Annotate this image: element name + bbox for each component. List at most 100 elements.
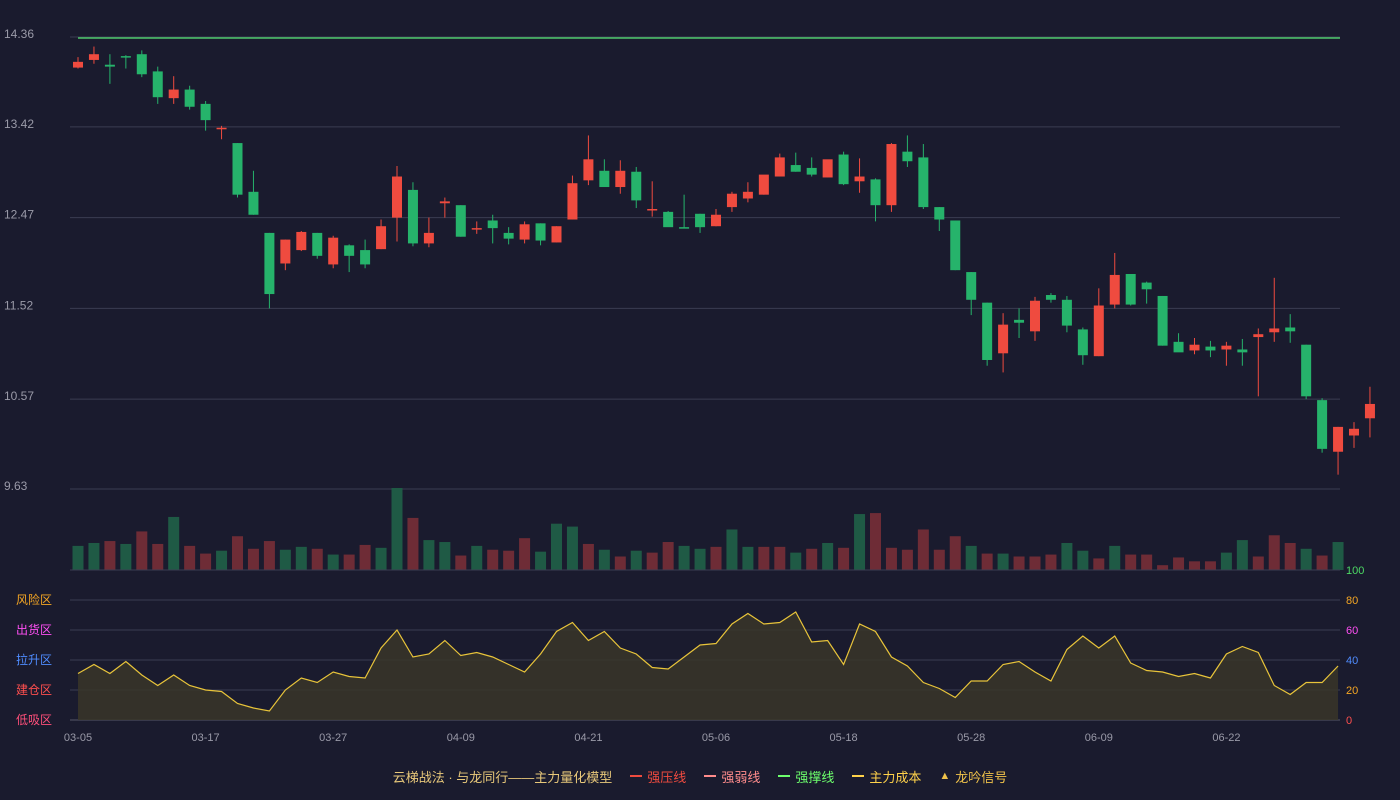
candle-body [695,213,706,228]
oscillator-tick-label: 40 [1346,655,1358,667]
volume-bar [311,548,323,570]
volume-bar [965,545,977,570]
volume-bar [662,542,674,570]
candle-body [328,237,339,265]
volume-bar [168,516,180,570]
candle-body [822,159,833,178]
volume-bar [1029,556,1041,570]
volume-bar [216,550,228,570]
candle-body [1014,319,1025,323]
volume-bar [1189,561,1200,570]
candle-body [758,174,769,195]
volume-bar [1204,561,1216,570]
volume-bar [566,526,578,570]
date-label: 06-22 [1212,732,1240,744]
candle-body [1285,327,1296,332]
volume-bar [1173,557,1185,570]
candle-body [918,157,929,208]
oscillator-tick-label: 80 [1346,595,1358,607]
volume-bar [1109,545,1121,570]
oscillator-tick-label: 60 [1346,625,1358,637]
volume-bar [1141,554,1153,570]
volume-bar [391,488,403,570]
candle-body [455,205,466,237]
candle-body [1269,328,1280,333]
strength-line-swatch [704,775,717,777]
volume-bar [407,517,419,570]
volume-bar [646,552,658,570]
candle-body [647,209,658,211]
oscillator-tick-label: 20 [1346,685,1358,697]
legend-item-pressure-line[interactable]: 强压线 [630,767,686,786]
candle-body [742,191,753,199]
volume-bar [949,536,961,570]
price-tick-label: 14.36 [4,27,34,41]
price-grid [70,36,1340,490]
triangle-icon: ▲ [939,770,951,782]
candlesticks[interactable] [73,46,1375,475]
volume-bars [72,488,1344,570]
candle-body [631,171,642,201]
date-axis: 03-05 03-17 03-27 04-09 04-21 05-06 05-18 05-28… [64,732,1241,744]
candle-body [1125,273,1136,305]
volume-bar [694,548,706,570]
candle-body [407,189,418,244]
candle-body [567,183,578,220]
volume-bar [471,545,483,570]
candle-body [1030,300,1040,332]
candle-body [1093,305,1104,357]
volume-bar [582,543,594,570]
candle-body [168,89,179,99]
volume-bar [263,541,275,570]
candle-body [1173,341,1184,353]
volume-bar [551,523,562,570]
legend-item-main-cost[interactable]: 主力成本 [852,767,921,786]
volume-bar [359,544,371,570]
volume-bar [981,553,993,570]
candle-body [966,272,977,300]
date-label: 05-18 [830,732,858,744]
candle-body [1141,282,1152,290]
candle-body [1189,344,1200,351]
legend-label: 强弱线 [721,769,761,785]
candle-body [535,223,546,241]
legend-item-dragon-signal[interactable]: ▲ 龙吟信号 [939,767,1007,786]
volume-bar [1077,550,1089,570]
volume-bar [487,549,499,570]
volume-bar [136,531,148,570]
candle-body [264,232,275,295]
candle-body [360,250,371,265]
candle-body [200,103,211,121]
oscillator-tick-label: 0 [1346,715,1352,727]
candle-body [583,159,594,181]
candle-body [1253,334,1264,338]
candle-body [838,154,849,185]
legend-item-support-line[interactable]: 强撑线 [778,767,834,786]
candle-body [551,226,562,243]
candle-body [392,176,402,218]
volume-bar [120,543,132,570]
date-label: 06-09 [1085,732,1113,744]
price-tick-label: 10.57 [4,389,34,403]
volume-bar [439,542,451,570]
volume-bar [917,529,929,570]
volume-bar [1236,540,1248,570]
price-axis: 14.36 13.42 12.47 11.52 10.57 9.63 [4,27,34,493]
volume-bar [1157,565,1169,570]
candle-body [1317,400,1328,449]
volume-bar [104,541,116,570]
volume-bar [710,546,722,570]
candle-body [886,144,897,206]
zone-label: 建仓区 [16,683,52,697]
oscillator-area [78,612,1339,720]
model-title: 云梯战法 · 与龙同行——主力量化模型 [392,769,613,785]
zone-label: 拉升区 [16,652,52,667]
volume-bar [423,540,435,570]
candle-body [790,165,801,172]
zone-label: 出货区 [16,622,52,637]
legend-item-strength-line[interactable]: 强弱线 [704,767,760,786]
volume-bar [184,545,196,570]
oscillator-panel: 风险区出货区拉升区建仓区低吸区 100 80 60 40 20 0 [16,565,1364,727]
volume-bar [997,553,1009,570]
candle-body [248,191,259,215]
